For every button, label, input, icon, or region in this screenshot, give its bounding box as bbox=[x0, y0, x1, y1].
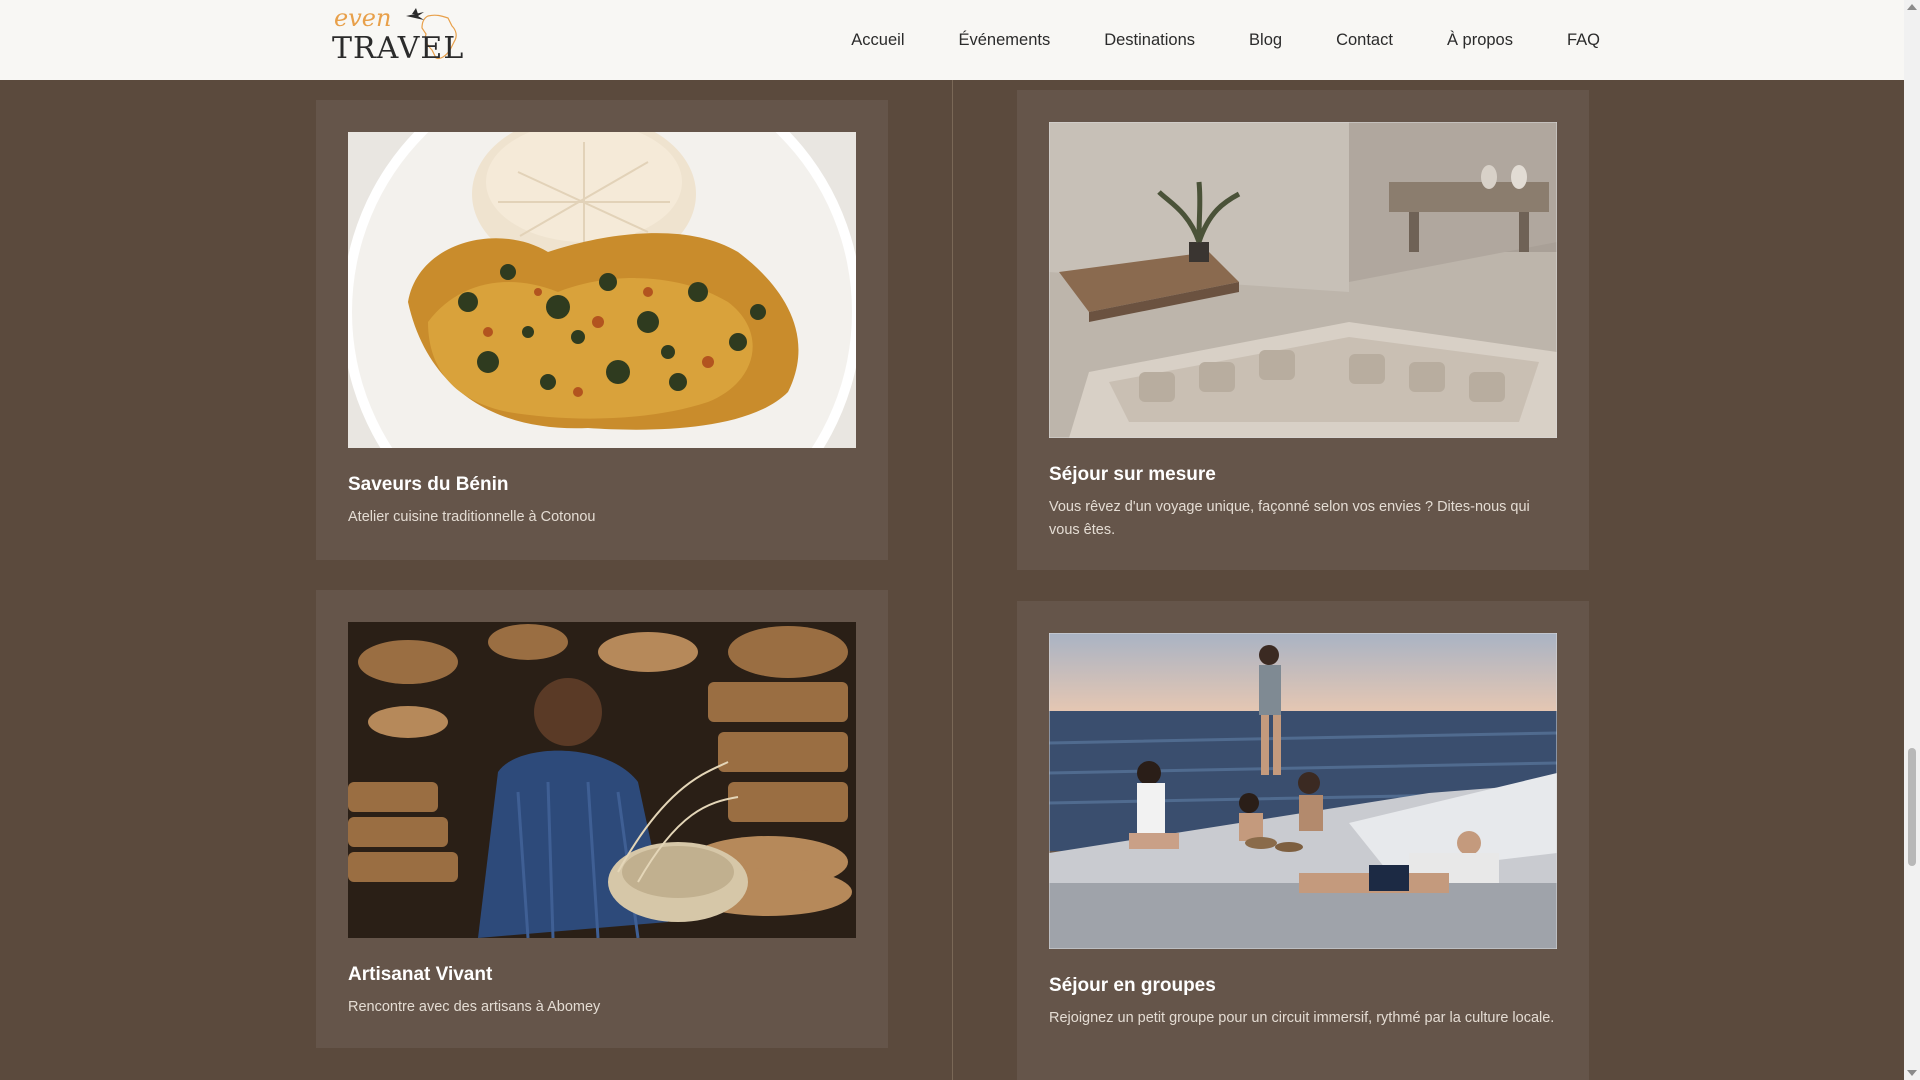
even-travel-logo: even TRAVEL bbox=[332, 4, 464, 64]
column-divider bbox=[952, 80, 953, 1080]
nav-link-faq[interactable]: FAQ bbox=[1567, 31, 1600, 50]
logo-text-travel: TRAVEL bbox=[332, 31, 464, 64]
scroll-down-arrow-icon[interactable] bbox=[1907, 1070, 1917, 1076]
nav-link-blog[interactable]: Blog bbox=[1249, 31, 1282, 50]
card-description: Atelier cuisine traditionnelle à Cotonou bbox=[348, 509, 596, 525]
logo-text-even: even bbox=[334, 4, 391, 32]
interior-lounge-image[interactable] bbox=[1049, 122, 1557, 438]
nav-link-contact[interactable]: Contact bbox=[1336, 31, 1393, 50]
nav-link-destinations[interactable]: Destinations bbox=[1104, 31, 1195, 50]
card-title[interactable]: Séjour en groupes bbox=[1049, 973, 1557, 999]
page-scrollbar[interactable] bbox=[1904, 0, 1920, 1080]
scroll-thumb[interactable] bbox=[1908, 748, 1916, 866]
main-nav: Accueil Événements Destinations Blog Con… bbox=[851, 0, 1600, 80]
card-description: Rencontre avec des artisans à Abomey bbox=[348, 999, 601, 1015]
experience-card-saveurs[interactable]: Saveurs du Bénin Atelier cuisine traditi… bbox=[316, 100, 888, 560]
nav-link-a-propos[interactable]: À propos bbox=[1447, 31, 1513, 50]
experience-card-groupes[interactable]: Séjour en groupes Rejoignez un petit gro… bbox=[1017, 601, 1589, 1080]
nav-link-accueil[interactable]: Accueil bbox=[851, 31, 904, 50]
boat-group-image[interactable] bbox=[1049, 633, 1557, 949]
logo[interactable]: even TRAVEL bbox=[332, 4, 474, 64]
basket-weaver-image[interactable] bbox=[348, 622, 856, 938]
card-description: Rejoignez un petit groupe pour un circui… bbox=[1049, 1010, 1555, 1026]
experience-card-sur-mesure[interactable]: Séjour sur mesure Vous rêvez d'un voyage… bbox=[1017, 90, 1589, 570]
card-title[interactable]: Saveurs du Bénin bbox=[348, 472, 856, 498]
card-description: Vous rêvez d'un voyage unique, façonné s… bbox=[1049, 499, 1530, 538]
nav-link-evenements[interactable]: Événements bbox=[959, 31, 1051, 50]
scroll-up-arrow-icon[interactable] bbox=[1907, 4, 1917, 10]
card-title[interactable]: Artisanat Vivant bbox=[348, 962, 856, 988]
experience-card-artisanat[interactable]: Artisanat Vivant Rencontre avec des arti… bbox=[316, 590, 888, 1048]
site-header: even TRAVEL Accueil Événements Destinati… bbox=[0, 0, 1904, 80]
card-title[interactable]: Séjour sur mesure bbox=[1049, 462, 1557, 488]
food-dish-image[interactable] bbox=[348, 132, 856, 448]
